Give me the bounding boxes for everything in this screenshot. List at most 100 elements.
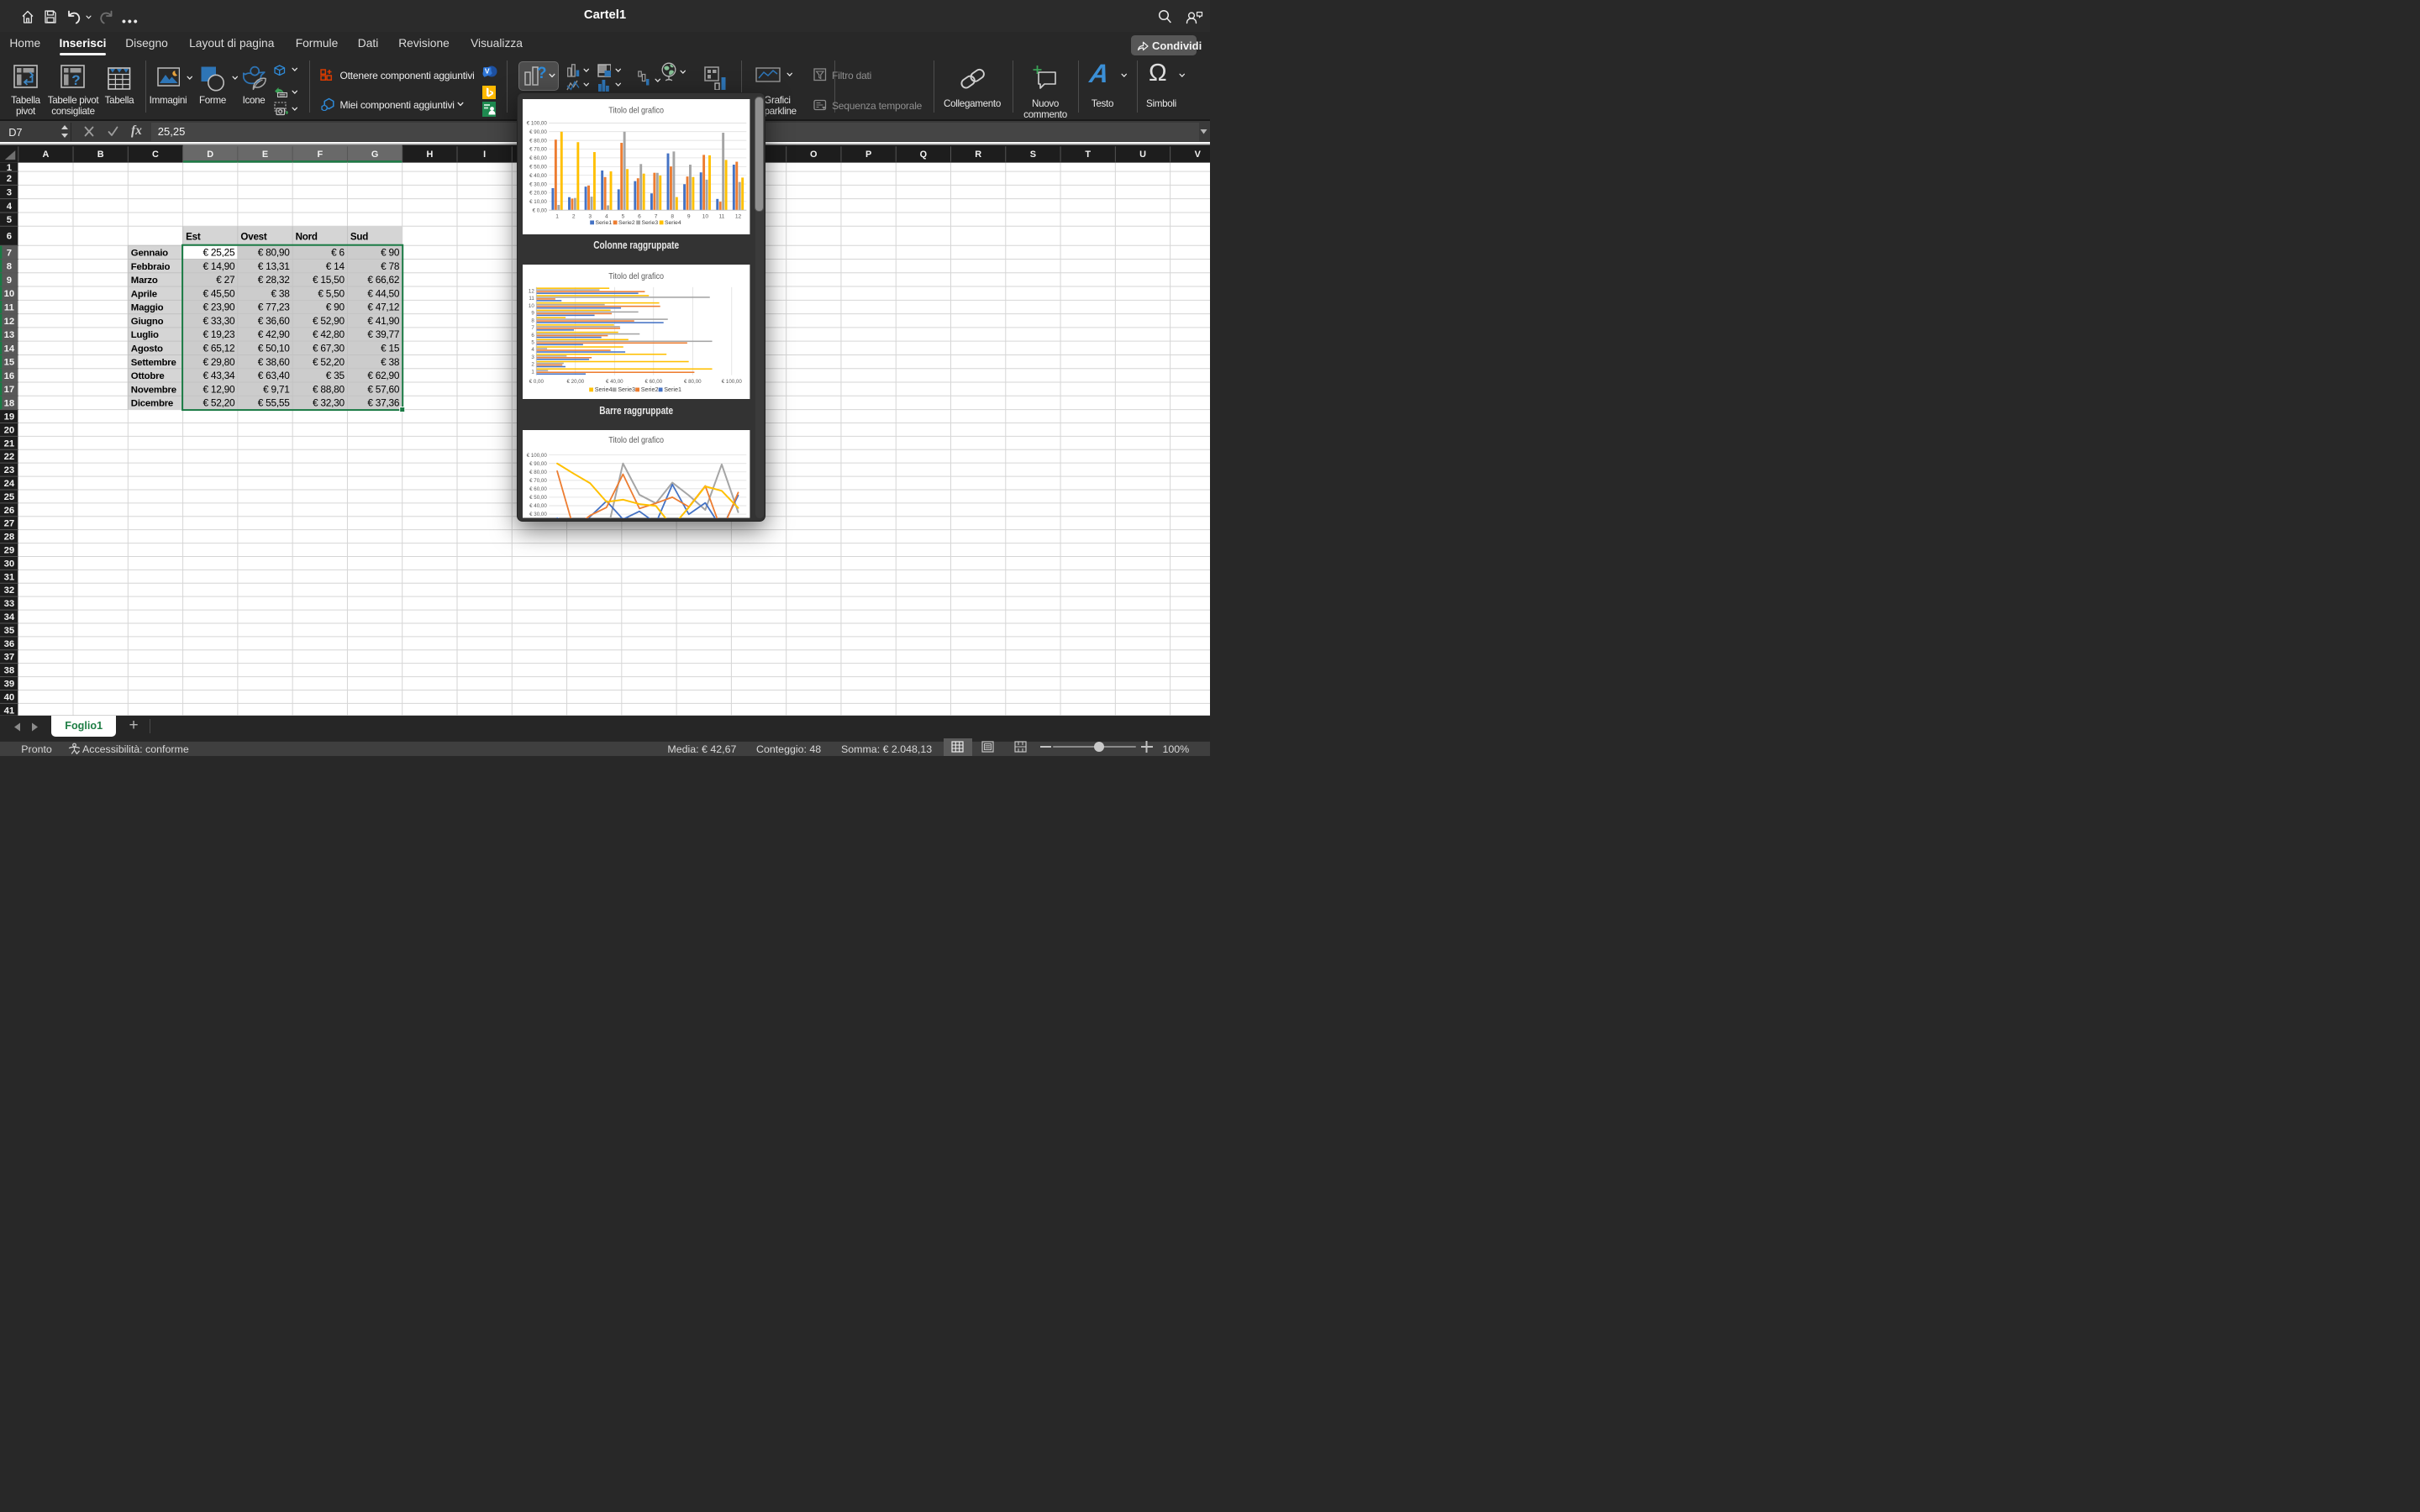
- svg-text:€ 38,60: € 38,60: [258, 356, 291, 368]
- svg-text:€ 30,00: € 30,00: [529, 181, 547, 187]
- svg-text:Novembre: Novembre: [131, 386, 176, 396]
- svg-text:€ 70,00: € 70,00: [529, 478, 547, 484]
- svg-text:€ 41,90: € 41,90: [367, 315, 400, 327]
- svg-text:11: 11: [719, 213, 725, 219]
- svg-text:I: I: [483, 150, 486, 160]
- svg-text:8: 8: [7, 262, 12, 272]
- svg-text:C: C: [152, 150, 159, 160]
- svg-text:€ 80,00: € 80,00: [529, 470, 547, 475]
- svg-text:€ 23,90: € 23,90: [203, 302, 236, 313]
- svg-text:34: 34: [4, 612, 15, 622]
- svg-text:Serie2: Serie2: [641, 386, 659, 393]
- svg-text:€ 70,00: € 70,00: [529, 147, 547, 153]
- svg-text:€ 14,90: € 14,90: [203, 260, 236, 272]
- svg-text:€ 40,00: € 40,00: [529, 173, 547, 179]
- svg-text:31: 31: [4, 573, 15, 583]
- svg-text:38: 38: [4, 666, 15, 676]
- svg-text:€ 78: € 78: [381, 260, 400, 272]
- svg-text:€ 33,30: € 33,30: [203, 315, 236, 327]
- svg-text:€ 30,00: € 30,00: [529, 512, 547, 518]
- svg-text:26: 26: [4, 506, 15, 516]
- svg-text:€ 100,00: € 100,00: [722, 379, 743, 385]
- svg-text:24: 24: [4, 479, 15, 489]
- svg-text:Serie4: Serie4: [595, 386, 613, 393]
- svg-text:Titolo del grafico: Titolo del grafico: [608, 105, 664, 114]
- svg-text:€ 50,00: € 50,00: [529, 495, 547, 501]
- svg-text:21: 21: [4, 439, 15, 449]
- svg-text:5: 5: [7, 215, 12, 225]
- svg-text:€ 90,00: € 90,00: [529, 461, 547, 467]
- svg-text:14: 14: [4, 344, 15, 354]
- svg-text:€ 37,36: € 37,36: [367, 397, 400, 409]
- svg-text:19: 19: [4, 412, 15, 423]
- svg-text:Sud: Sud: [350, 233, 368, 243]
- svg-text:Dicembre: Dicembre: [131, 399, 173, 409]
- svg-text:27: 27: [4, 519, 15, 529]
- svg-text:€ 25,25: € 25,25: [203, 247, 236, 259]
- svg-text:Febbraio: Febbraio: [131, 262, 171, 272]
- svg-text:6: 6: [7, 232, 12, 242]
- svg-text:V: V: [485, 67, 490, 76]
- svg-text:€ 60,00: € 60,00: [645, 379, 663, 385]
- svg-text:8: 8: [532, 318, 535, 323]
- svg-text:Marzo: Marzo: [131, 276, 158, 286]
- svg-text:6: 6: [638, 213, 641, 219]
- svg-text:€ 50,10: € 50,10: [258, 343, 291, 354]
- svg-text:Titolo del grafico: Titolo del grafico: [608, 271, 664, 281]
- svg-text:€ 38: € 38: [381, 356, 400, 368]
- svg-text:Q: Q: [920, 150, 927, 160]
- svg-text:€ 60,00: € 60,00: [529, 486, 547, 492]
- svg-text:18: 18: [4, 399, 15, 409]
- svg-text:€ 35: € 35: [326, 370, 345, 381]
- svg-text:4: 4: [7, 202, 13, 212]
- svg-text:G: G: [371, 150, 378, 160]
- svg-text:Giugno: Giugno: [131, 317, 164, 327]
- svg-text:€ 65,12: € 65,12: [203, 343, 235, 354]
- svg-text:€ 90: € 90: [381, 247, 400, 259]
- svg-text:€ 45,50: € 45,50: [203, 288, 236, 300]
- svg-text:11: 11: [4, 303, 14, 313]
- svg-text:2: 2: [7, 175, 12, 185]
- svg-text:€ 29,80: € 29,80: [203, 356, 236, 368]
- svg-text:9: 9: [687, 213, 691, 219]
- svg-text:€ 38: € 38: [271, 288, 290, 300]
- svg-text:€ 20,00: € 20,00: [529, 190, 547, 196]
- svg-text:€ 19,23: € 19,23: [203, 329, 236, 341]
- svg-text:Luglio: Luglio: [131, 331, 159, 341]
- svg-text:D: D: [207, 150, 213, 160]
- svg-text:€ 12,90: € 12,90: [203, 384, 236, 396]
- svg-text:Agosto: Agosto: [131, 344, 163, 354]
- svg-text:€ 9,71: € 9,71: [263, 384, 290, 396]
- svg-text:€ 88,80: € 88,80: [313, 384, 345, 396]
- svg-text:10: 10: [702, 213, 709, 219]
- svg-text:37: 37: [4, 653, 15, 663]
- svg-text:Gennaio: Gennaio: [131, 249, 168, 259]
- svg-text:€ 77,23: € 77,23: [258, 302, 291, 313]
- svg-text:€ 14: € 14: [326, 260, 345, 272]
- svg-text:€ 90: € 90: [326, 302, 345, 313]
- svg-text:Settembre: Settembre: [131, 358, 176, 368]
- svg-text:€ 62,90: € 62,90: [367, 370, 400, 381]
- svg-text:41: 41: [4, 706, 15, 716]
- svg-text:P: P: [865, 150, 871, 160]
- svg-text:€ 80,00: € 80,00: [529, 138, 547, 144]
- svg-text:O: O: [810, 150, 817, 160]
- svg-text:€ 80,00: € 80,00: [684, 379, 702, 385]
- svg-text:10: 10: [529, 303, 534, 309]
- svg-text:29: 29: [4, 546, 15, 556]
- svg-text:13: 13: [4, 330, 15, 340]
- svg-text:36: 36: [4, 639, 15, 649]
- svg-text:33: 33: [4, 600, 15, 610]
- svg-text:16: 16: [4, 371, 15, 381]
- svg-text:€ 42,90: € 42,90: [258, 329, 291, 341]
- svg-text:3: 3: [532, 354, 535, 360]
- svg-text:23: 23: [4, 466, 15, 476]
- svg-text:A: A: [42, 150, 49, 160]
- svg-text:€ 39,77: € 39,77: [367, 329, 399, 341]
- svg-text:€ 80,90: € 80,90: [258, 247, 291, 259]
- svg-text:Ottobre: Ottobre: [131, 371, 165, 381]
- svg-text:Serie3: Serie3: [618, 386, 635, 393]
- svg-text:Serie4: Serie4: [665, 220, 681, 226]
- svg-text:R: R: [975, 150, 981, 160]
- svg-text:€ 15,50: € 15,50: [313, 275, 345, 286]
